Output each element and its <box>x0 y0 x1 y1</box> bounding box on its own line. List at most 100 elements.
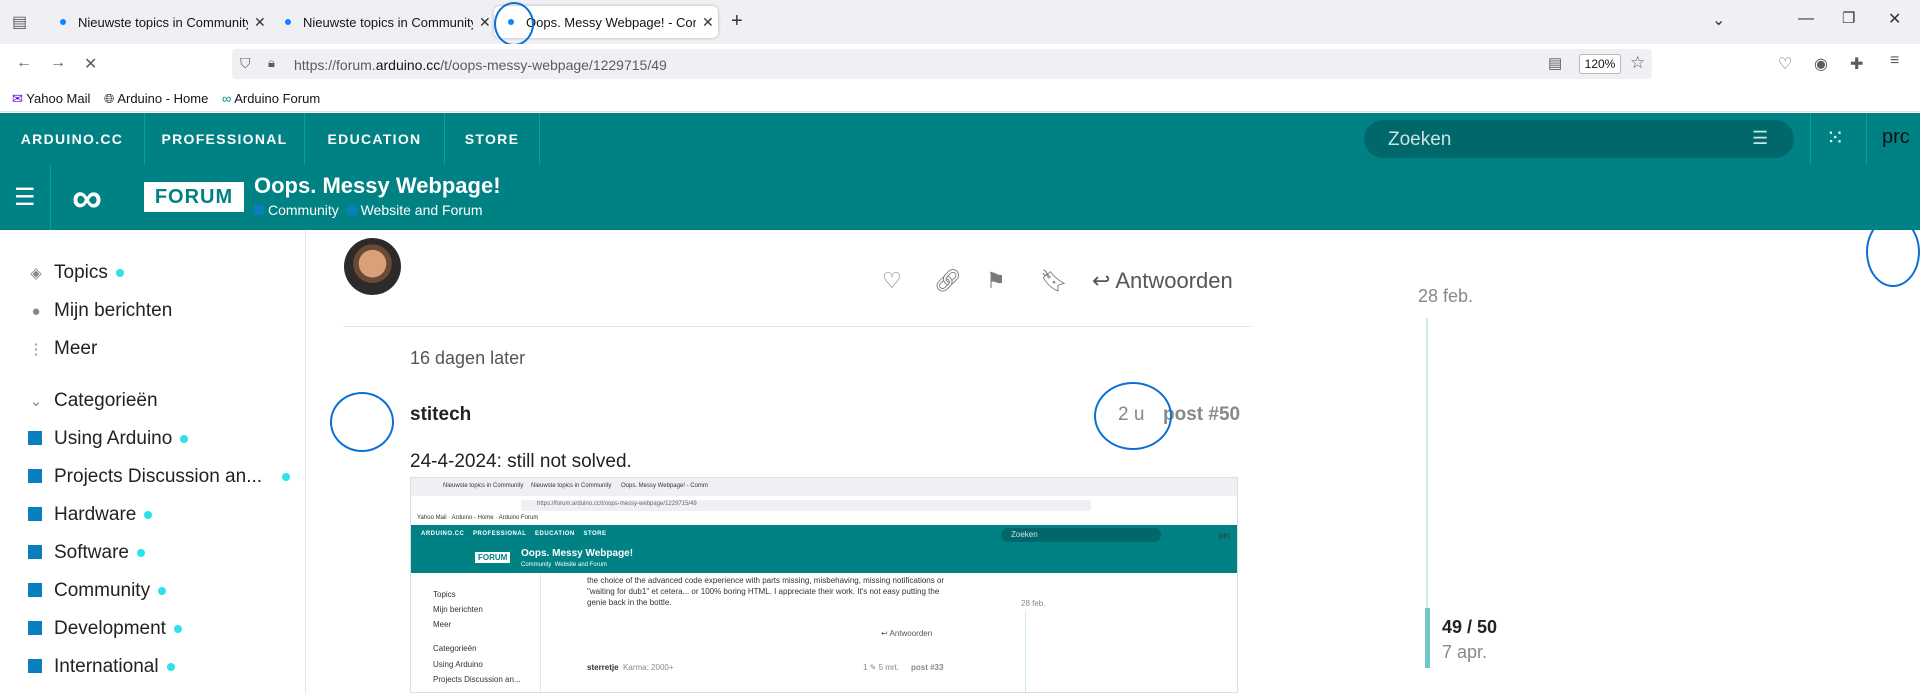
nav-store[interactable]: STORE <box>445 113 540 165</box>
divider <box>1866 113 1867 165</box>
bookmark-arduino-home[interactable]: 🌐︎ Arduino - Home <box>104 91 208 107</box>
url-text[interactable]: https://forum.arduino.cc/t/oops-messy-we… <box>294 57 667 73</box>
category-square-icon <box>254 205 264 215</box>
divider <box>1810 113 1811 165</box>
sidebar-categories-header[interactable]: ⌄ Categorieën <box>28 390 158 412</box>
zoom-level[interactable]: 120% <box>1579 54 1621 74</box>
tab-close-icon[interactable]: ✕ <box>702 14 714 31</box>
unread-dot <box>158 586 167 595</box>
tab-overflow-chevron-icon[interactable]: ⌄ <box>1712 10 1725 30</box>
mini-meta: 1 ✎ 5 mrt. <box>863 663 900 672</box>
tab-list-icon[interactable]: ▤ <box>12 12 27 32</box>
mini-url: https://forum.arduino.cc/t/oops-messy-we… <box>537 501 697 507</box>
tab-2[interactable]: Nieuwste topics in Community ✕ <box>271 6 491 38</box>
back-icon[interactable]: ← <box>16 54 32 72</box>
sidebar-item-more[interactable]: ⋮ Meer <box>28 338 98 360</box>
like-icon[interactable]: ♡ <box>882 268 902 294</box>
breadcrumb-website-forum[interactable]: Website and Forum <box>361 202 483 218</box>
timeline-start-date[interactable]: 28 feb. <box>1418 286 1473 307</box>
minimize-icon[interactable]: — <box>1798 10 1814 28</box>
reader-view-icon[interactable]: ▤ <box>1548 54 1562 72</box>
breadcrumb-community[interactable]: Community <box>268 202 339 218</box>
tab-close-icon[interactable]: ✕ <box>479 14 491 31</box>
unread-dot <box>115 268 124 277</box>
post-number[interactable]: post #50 <box>1163 404 1240 426</box>
bookmark-arduino-forum[interactable]: ∞ Arduino Forum <box>222 91 320 106</box>
pocket-icon[interactable]: ♡ <box>1778 54 1792 74</box>
post-divider <box>343 326 1251 327</box>
stop-loading-icon[interactable]: ✕ <box>84 54 97 74</box>
mini-sidebar-more: Meer <box>433 620 452 629</box>
avatar[interactable] <box>344 238 401 295</box>
window-close-icon[interactable]: ✕ <box>1888 9 1901 29</box>
url-bar[interactable]: ⛉ 🔒︎ https://forum.arduino.cc/t/oops-mes… <box>232 49 1652 79</box>
timeline-end-date[interactable]: 7 apr. <box>1442 642 1487 663</box>
search-input[interactable]: Zoeken ☰ <box>1364 120 1794 158</box>
mini-timeline <box>1025 611 1026 692</box>
shield-icon[interactable]: ⛉ <box>240 55 251 72</box>
search-options-icon[interactable]: ☰ <box>1752 128 1768 149</box>
extensions-icon[interactable]: ✚ <box>1850 54 1863 74</box>
nav-professional[interactable]: PROFESSIONAL <box>145 113 305 165</box>
nav-education[interactable]: EDUCATION <box>305 113 445 165</box>
mini-crumbs: Community Website and Forum <box>521 562 607 568</box>
flag-icon[interactable]: ⚑ <box>986 268 1006 294</box>
post-author[interactable]: stitech <box>410 404 471 426</box>
sidebar-item-category[interactable]: Hardware <box>28 504 153 526</box>
divider <box>50 165 51 230</box>
reply-button[interactable]: ↩ Antwoorden <box>1092 268 1233 294</box>
chevron-down-icon: ⌄ <box>29 393 43 410</box>
user-icon: ● <box>31 303 41 320</box>
mail-icon: ✉ <box>12 91 23 106</box>
user-menu[interactable]: prc <box>1882 126 1910 149</box>
category-square-icon <box>346 205 357 215</box>
sidebar-item-category[interactable]: Development <box>28 618 182 640</box>
tab-close-icon[interactable]: ✕ <box>254 14 266 31</box>
mini-forum-logo: FORUM <box>475 552 511 563</box>
timeline-handle[interactable] <box>1425 608 1430 668</box>
post-screenshot-image[interactable]: Nieuwste topics in Community Nieuwste to… <box>410 477 1238 693</box>
arduino-logo[interactable]: ∞ FORUM <box>72 174 244 221</box>
sidebar-item-category[interactable]: Community <box>28 580 167 602</box>
sidebar: ◈ Topics ● Mijn berichten ⋮ Meer ⌄ Categorie… <box>0 230 306 693</box>
mini-sidebar-cat: Projects Discussion an... <box>433 675 521 684</box>
sidebar-item-category[interactable]: Projects Discussion an... <box>28 466 291 488</box>
lock-icon[interactable]: 🔒︎ <box>268 55 275 71</box>
apps-grid-icon[interactable]: ⁙ <box>1826 125 1844 151</box>
bookmark-yahoo-mail[interactable]: ✉ Yahoo Mail <box>12 91 90 107</box>
search-placeholder: Zoeken <box>1388 129 1452 150</box>
tab-1[interactable]: Nieuwste topics in Community ✕ <box>46 6 266 38</box>
hamburger-icon[interactable]: ☰ <box>14 183 36 212</box>
mini-sidebar-my-posts: Mijn berichten <box>433 605 483 614</box>
tab-title: Nieuwste topics in Community <box>78 14 248 30</box>
tab-title: Oops. Messy Webpage! - Comm <box>526 14 696 30</box>
timeline-track[interactable] <box>1426 318 1428 608</box>
page-title[interactable]: Oops. Messy Webpage! <box>254 173 501 199</box>
menu-icon[interactable]: ≡ <box>1890 52 1899 70</box>
link-icon[interactable]: 🔗︎ <box>934 268 962 294</box>
mini-sidebar-categories: Categorieën <box>433 644 477 653</box>
nav-arduino-cc[interactable]: ARDUINO.CC <box>0 113 145 165</box>
bookmark-star-icon[interactable]: ☆ <box>1630 53 1645 73</box>
sidebar-item-category[interactable]: Using Arduino <box>28 428 189 450</box>
new-tab-icon[interactable]: + <box>731 10 743 33</box>
sidebar-item-category[interactable]: Software <box>28 542 145 564</box>
sidebar-item-topics[interactable]: ◈ Topics <box>28 262 124 284</box>
more-vertical-icon: ⋮ <box>28 341 44 358</box>
category-square-icon <box>28 545 42 559</box>
restore-icon[interactable]: ❐ <box>1842 9 1855 27</box>
category-square-icon <box>28 469 42 483</box>
unread-dot <box>144 510 153 519</box>
sidebar-item-my-posts[interactable]: ● Mijn berichten <box>28 300 172 322</box>
sidebar-item-category[interactable]: International <box>28 656 175 678</box>
forward-icon[interactable]: → <box>50 54 66 72</box>
unread-dot <box>166 662 175 671</box>
mini-reply: ↩ Antwoorden <box>881 629 933 638</box>
bookmark-icon[interactable]: 🔖︎ <box>1040 268 1068 294</box>
timeline-position: 49 / 50 <box>1442 617 1498 637</box>
annotation-circle <box>1094 382 1172 450</box>
account-icon[interactable]: ◉ <box>1814 54 1828 74</box>
mini-user: prc <box>1219 531 1231 540</box>
mini-search-placeholder: Zoeken <box>1011 530 1038 539</box>
tab-bar: ▤ Nieuwste topics in Community ✕ Nieuwst… <box>0 0 1920 46</box>
